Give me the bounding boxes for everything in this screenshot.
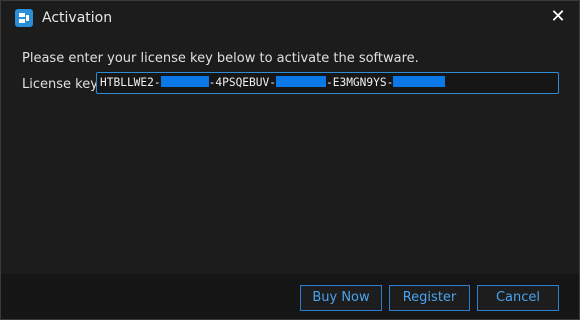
activation-dialog: Activation ✕ Please enter your license k… <box>0 0 580 320</box>
window-title: Activation <box>42 10 113 26</box>
buy-now-button[interactable]: Buy Now <box>300 285 382 311</box>
register-button[interactable]: Register <box>389 285 470 311</box>
license-key-input[interactable]: HTBLLWE2- -4PSQEBUV- -E3MGN9YS- <box>96 72 559 94</box>
close-icon[interactable]: ✕ <box>548 7 568 27</box>
redaction-block <box>275 76 326 87</box>
cancel-button[interactable]: Cancel <box>477 285 559 311</box>
redaction-block <box>393 76 446 87</box>
redaction-block <box>160 76 209 87</box>
license-key-value: HTBLLWE2- -4PSQEBUV- -E3MGN9YS- <box>100 75 446 91</box>
app-icon <box>15 9 33 27</box>
instruction-text: Please enter your license key below to a… <box>22 51 419 66</box>
license-key-label: License key: <box>22 77 102 92</box>
license-key-segment-3: -E3MGN9YS- <box>325 76 394 89</box>
license-key-segment-1: HTBLLWE2- <box>100 76 161 89</box>
title-bar: Activation ✕ <box>1 1 579 35</box>
license-key-segment-2: -4PSQEBUV- <box>208 76 276 89</box>
